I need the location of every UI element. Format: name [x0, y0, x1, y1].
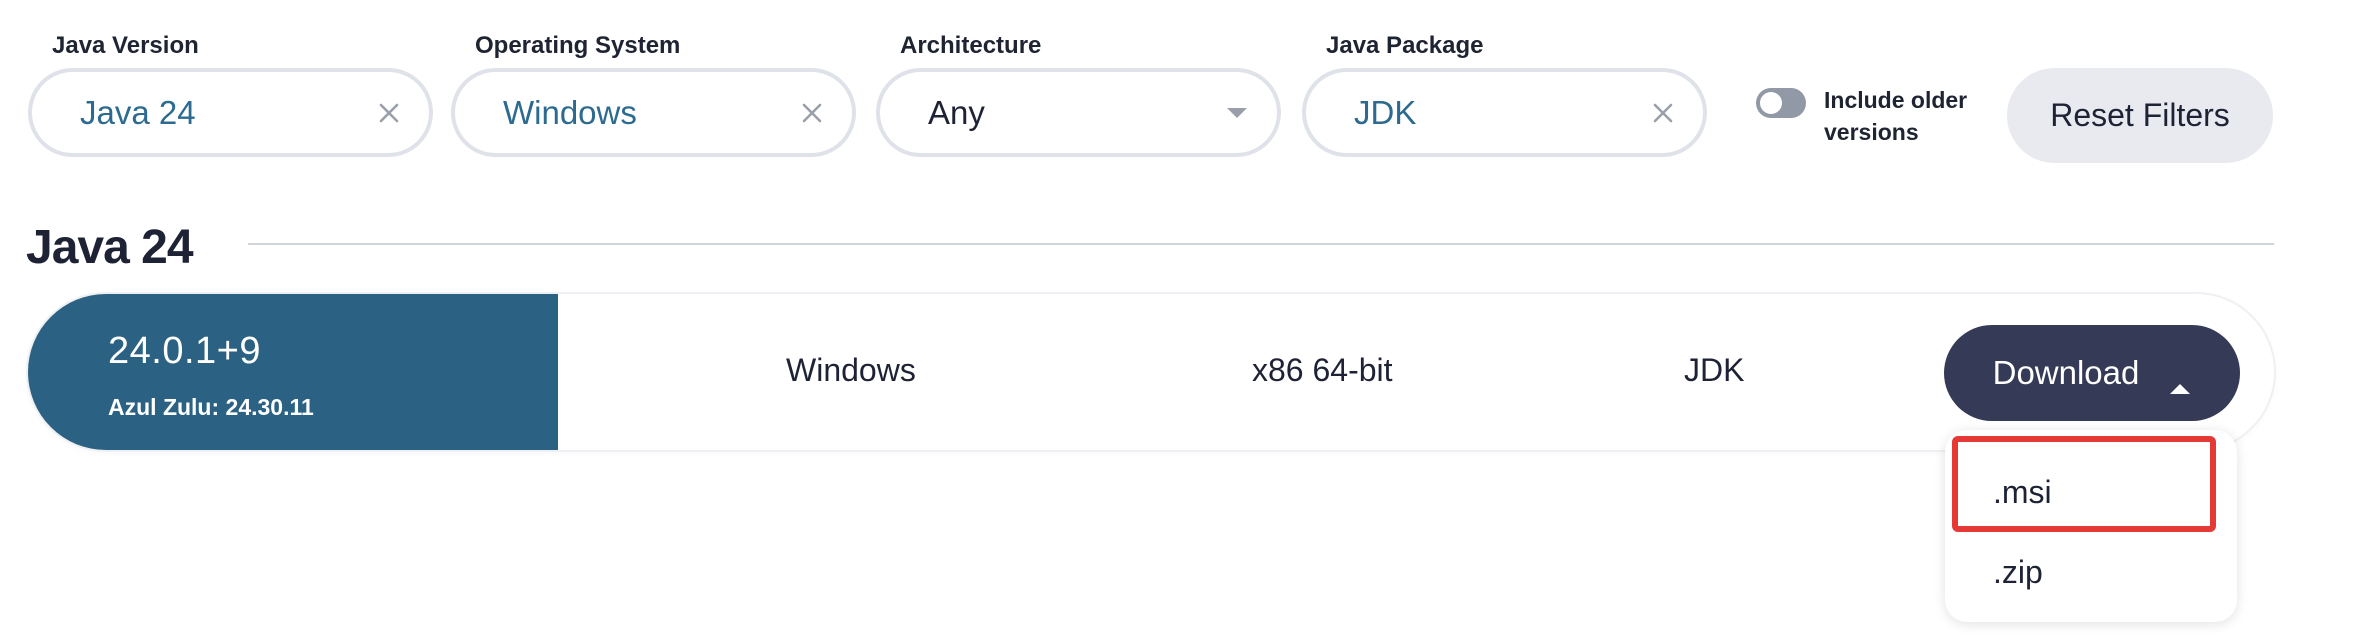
- java-package-value: JDK: [1354, 93, 1417, 131]
- caret-down-icon[interactable]: [1223, 99, 1251, 127]
- result-row: 24.0.1+9 Azul Zulu: 24.30.11 Windows x86…: [28, 294, 2274, 450]
- menu-item-msi[interactable]: .msi: [1945, 452, 2237, 532]
- java-version-value: Java 24: [80, 93, 196, 131]
- clear-icon[interactable]: [375, 99, 403, 127]
- architecture-value: Any: [928, 93, 985, 131]
- page: Java Version Java 24 Operating System Wi…: [0, 0, 2368, 640]
- toggle-switch[interactable]: [1756, 88, 1806, 118]
- toggle-knob: [1760, 92, 1782, 114]
- filter-java-version: Java Version Java 24: [28, 30, 433, 157]
- filter-java-package: Java Package JDK: [1302, 30, 1707, 157]
- package-cell: JDK: [1684, 352, 1745, 388]
- download-menu: .msi .zip: [1945, 430, 2237, 622]
- download-button-label: Download: [1992, 354, 2140, 391]
- filter-label-operating-system: Operating System: [475, 32, 681, 59]
- filter-label-architecture: Architecture: [900, 32, 1042, 59]
- filter-operating-system: Operating System Windows: [451, 30, 856, 157]
- clear-icon[interactable]: [798, 99, 826, 127]
- section-divider: [248, 243, 2274, 245]
- filter-label-java-package: Java Package: [1326, 32, 1484, 59]
- java-package-select[interactable]: JDK: [1302, 68, 1707, 157]
- os-cell: Windows: [786, 352, 916, 388]
- reset-filters-button[interactable]: Reset Filters: [2007, 68, 2273, 163]
- build-label: Azul Zulu: 24.30.11: [108, 394, 314, 420]
- section-title: Java 24: [26, 221, 194, 274]
- clear-icon[interactable]: [1649, 99, 1677, 127]
- include-older-toggle[interactable]: [1756, 88, 1806, 118]
- version-cell: 24.0.1+9 Azul Zulu: 24.30.11: [28, 294, 558, 450]
- download-button[interactable]: Download: [1944, 325, 2240, 421]
- filter-architecture: Architecture Any: [876, 30, 1281, 157]
- filter-label-java-version: Java Version: [52, 32, 199, 59]
- include-older-label: Include older versions: [1824, 87, 1968, 145]
- caret-up-icon: [2169, 366, 2191, 394]
- architecture-select[interactable]: Any: [876, 68, 1281, 157]
- version-number: 24.0.1+9: [108, 330, 261, 372]
- operating-system-value: Windows: [503, 93, 637, 131]
- java-version-select[interactable]: Java 24: [28, 68, 433, 157]
- menu-item-zip[interactable]: .zip: [1945, 532, 2237, 612]
- operating-system-select[interactable]: Windows: [451, 68, 856, 157]
- arch-cell: x86 64-bit: [1252, 352, 1393, 388]
